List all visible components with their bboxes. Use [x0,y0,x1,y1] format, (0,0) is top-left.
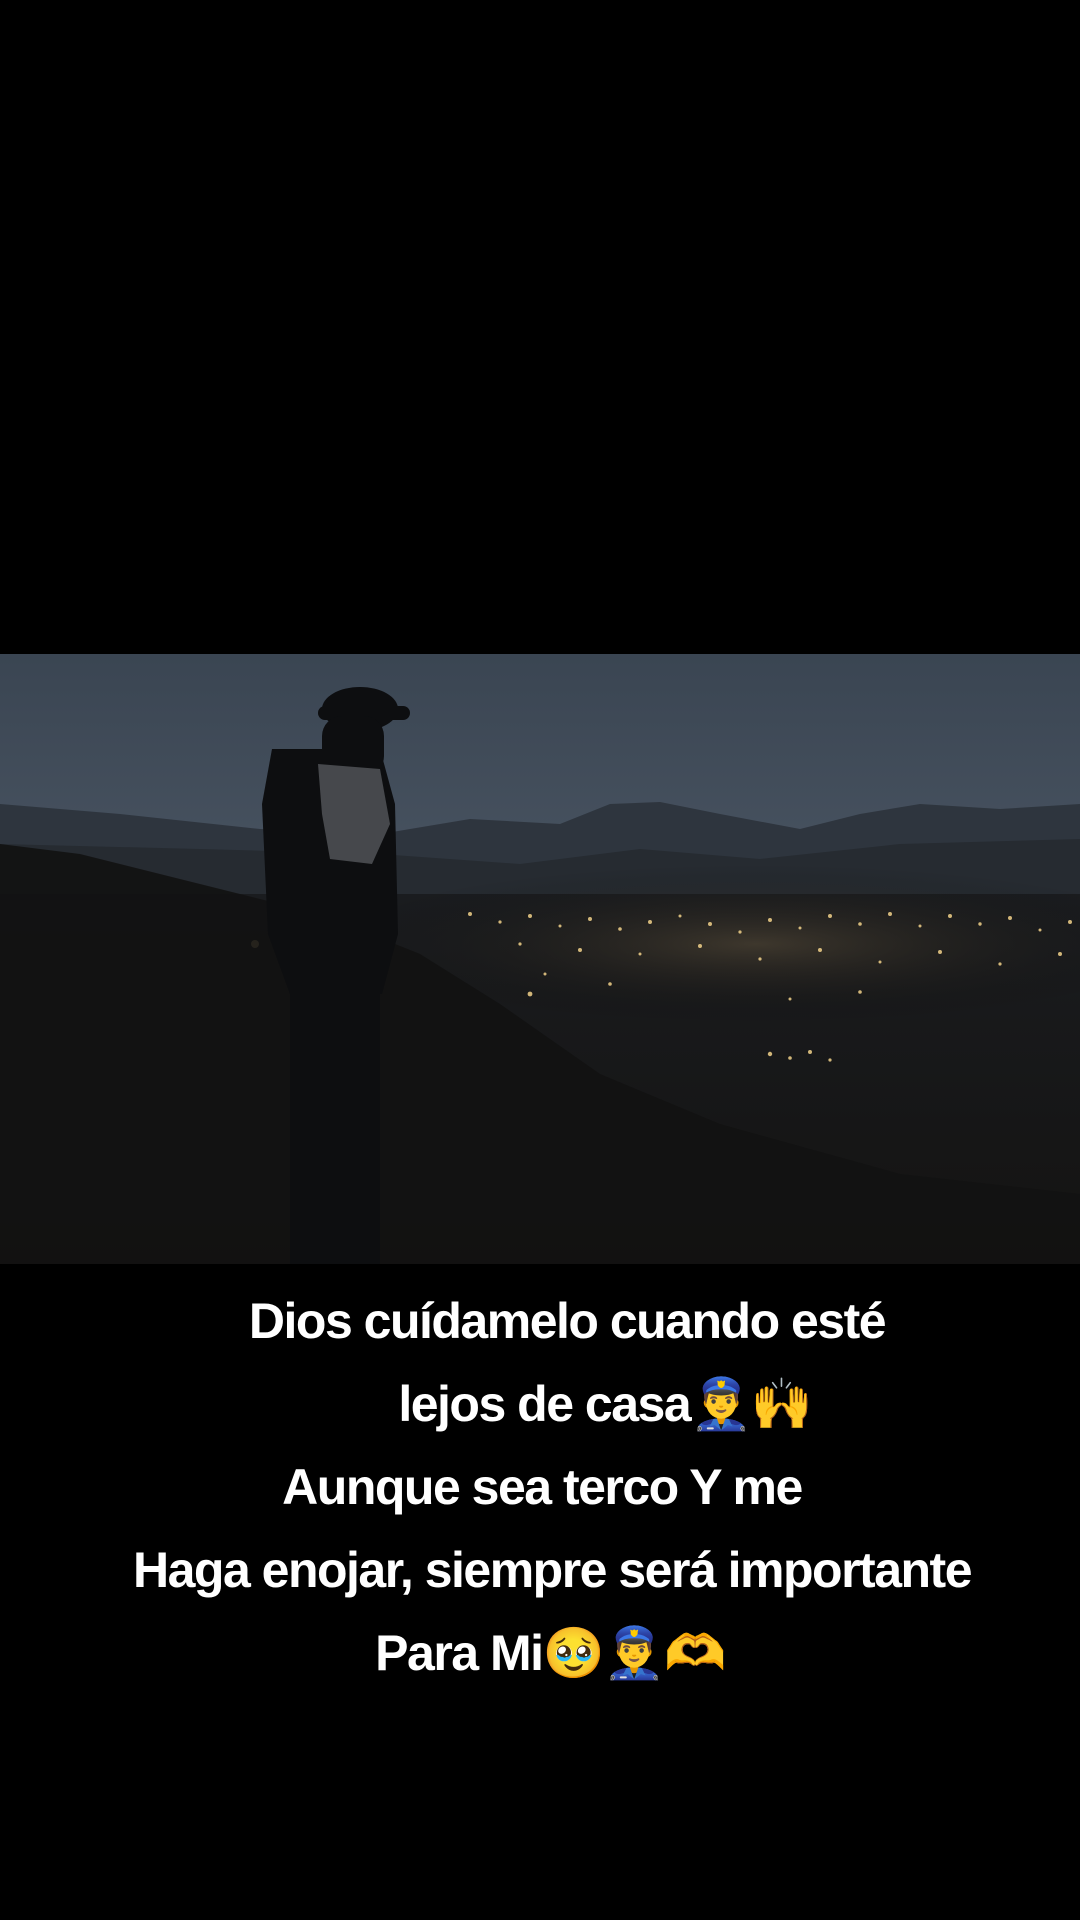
caption-text: lejos de casa [398,1376,691,1432]
video-frame[interactable] [0,654,1080,1264]
police-raised-hands-emoji-icon: 👮‍♂️🙌 [690,1375,813,1433]
caption-text: Haga enojar, siempre será importante [132,1542,973,1598]
caption-line-1: Dios cuídamelo cuando esté [0,1280,1080,1363]
caption-text: Aunque sea terco Y me [282,1459,803,1515]
video-screen[interactable]: Dios cuídamelo cuando esté lejos de casa… [0,0,1080,1920]
caption-overlay: Dios cuídamelo cuando esté lejos de casa… [0,1280,1080,1695]
night-landscape-image [0,654,1080,1264]
caption-line-2: lejos de casa👮‍♂️🙌 [0,1363,1080,1446]
caption-text: Dios cuídamelo cuando esté [248,1293,887,1349]
caption-line-3: Aunque sea terco Y me [0,1446,1080,1529]
caption-line-5: Para Mi🥹👮‍♂️🫶 [0,1612,1080,1695]
caption-text: Para Mi [375,1625,544,1681]
caption-line-4: Haga enojar, siempre será importante [0,1529,1080,1612]
teary-police-heart-hands-emoji-icon: 🥹👮‍♂️🫶 [542,1624,727,1682]
